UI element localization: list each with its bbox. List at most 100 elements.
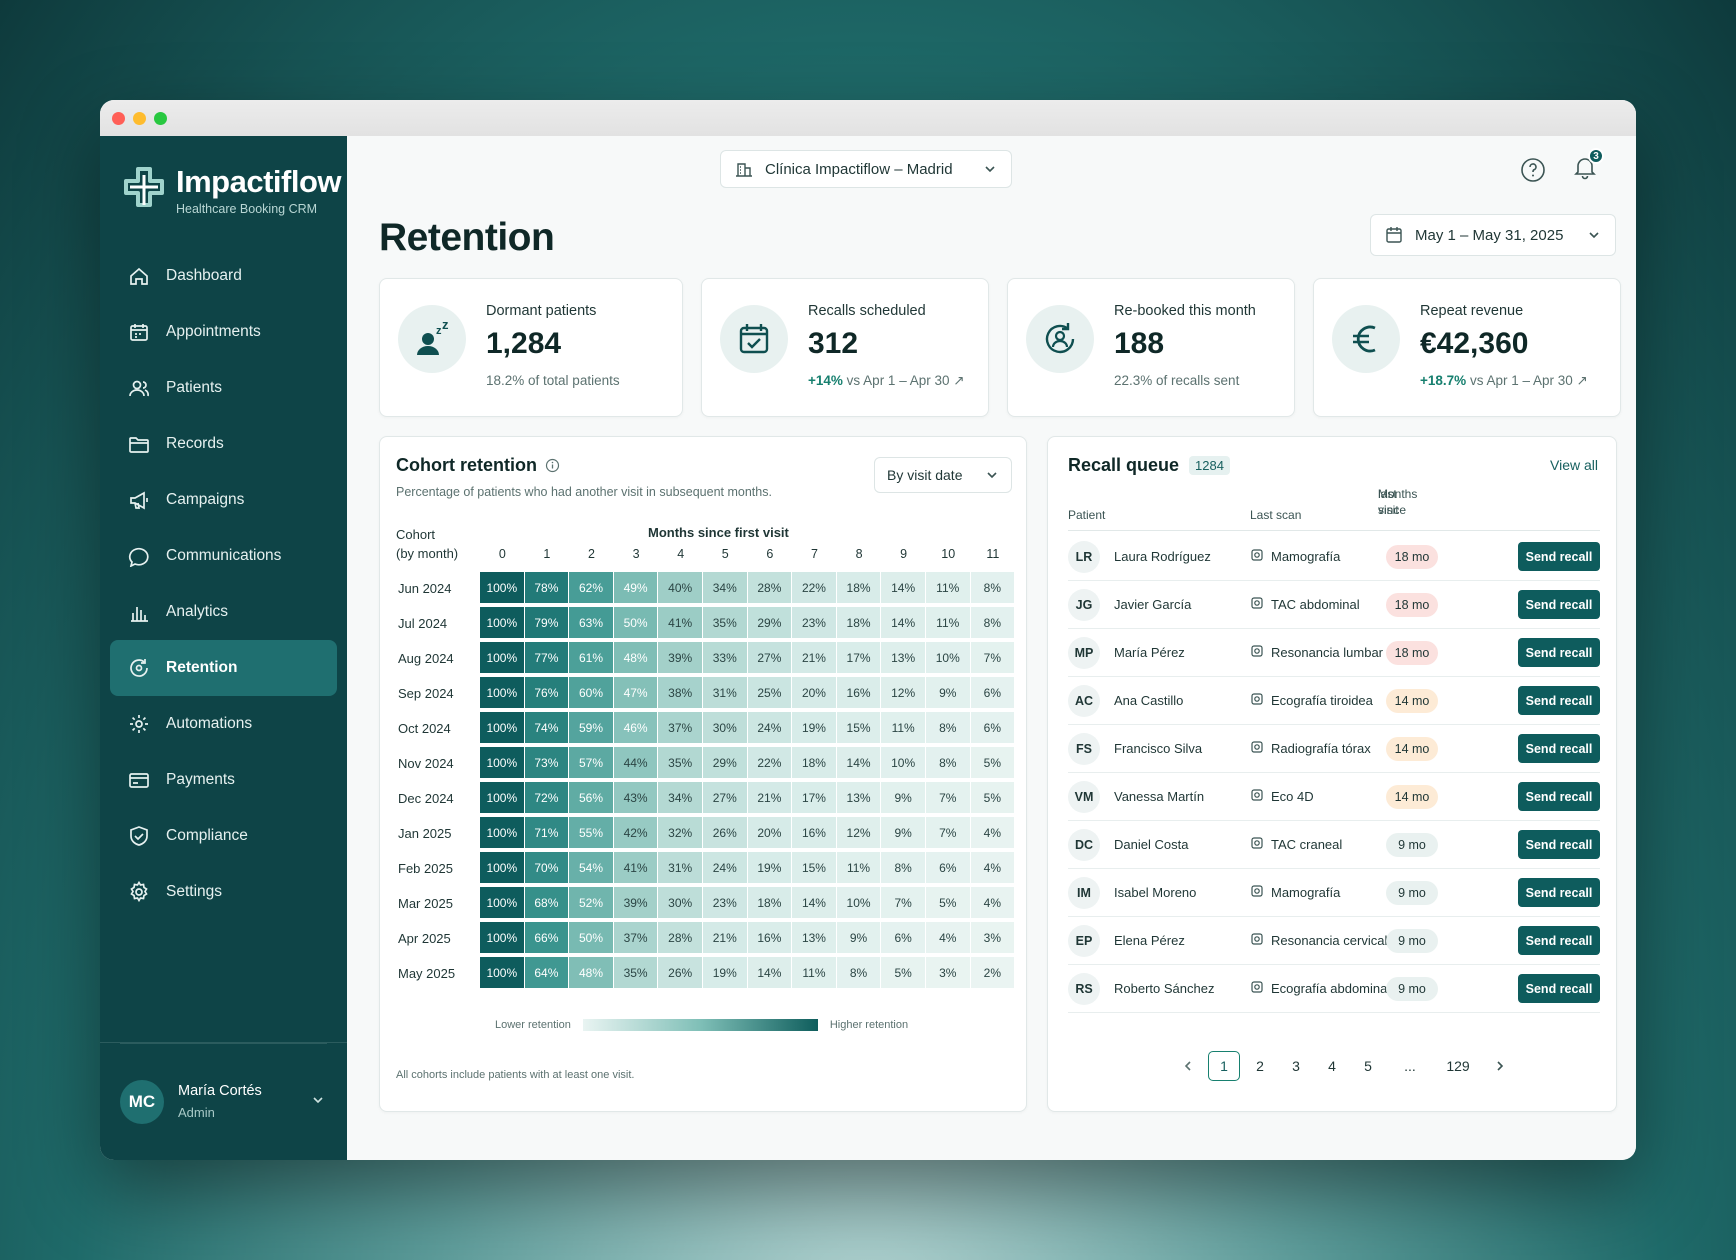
sidebar-item-automations[interactable]: Automations	[110, 696, 337, 752]
page-button[interactable]: 1	[1208, 1051, 1240, 1081]
scan-label: Radiografía tórax	[1271, 741, 1371, 756]
recall-table-body: LR Laura Rodríguez Mamografía 18 mo Send rec…	[1068, 533, 1600, 1013]
heatmap-cell: 41%	[658, 607, 703, 640]
recall-title: Recall queue	[1068, 455, 1180, 475]
view-all-link[interactable]: View all	[1550, 457, 1598, 473]
send-recall-button[interactable]: Send recall	[1518, 830, 1600, 859]
main-content: Clínica Impactiflow – Madrid 3 Retention…	[347, 136, 1636, 1160]
scan-label: Eco 4D	[1271, 789, 1314, 804]
calendar-icon	[1386, 227, 1402, 243]
minimize-window-button[interactable]	[133, 111, 146, 125]
sidebar-item-payments[interactable]: Payments	[110, 752, 337, 808]
heatmap-column-header: 0	[498, 547, 506, 561]
heatmap-cell: 100%	[480, 572, 525, 605]
sidebar-item-label: Records	[166, 435, 224, 452]
sidebar-item-dashboard[interactable]: Dashboard	[110, 248, 337, 304]
date-range-label: May 1 – May 31, 2025	[1415, 226, 1564, 244]
send-recall-button[interactable]: Send recall	[1518, 974, 1600, 1003]
sidebar-item-settings[interactable]: Settings	[110, 864, 337, 920]
last-scan: Eco 4D	[1250, 788, 1314, 805]
sidebar-item-retention[interactable]: Retention	[110, 640, 337, 696]
prev-page-button[interactable]	[1172, 1051, 1204, 1081]
heatmap-cell: 8%	[925, 747, 971, 780]
heatmap-cell: 100%	[480, 887, 525, 920]
scan-icon	[1250, 596, 1264, 613]
table-row: VM Vanessa Martín Eco 4D 14 mo Send recall	[1068, 773, 1600, 821]
last-scan: TAC abdominal	[1250, 596, 1360, 613]
heatmap-cell: 31%	[702, 677, 748, 710]
heatmap-cell: 10%	[836, 887, 882, 920]
heatmap-cell: 100%	[480, 642, 525, 675]
cohort-subtitle: Percentage of patients who had another v…	[396, 485, 772, 499]
info-icon[interactable]	[545, 458, 560, 473]
heatmap-row-label: Sep 2024	[398, 686, 454, 701]
page-button[interactable]: 4	[1316, 1051, 1348, 1081]
send-recall-button[interactable]: Send recall	[1518, 542, 1600, 571]
heatmap-row-label: Mar 2025	[398, 896, 453, 911]
last-scan: Resonancia lumbar	[1250, 644, 1383, 661]
sidebar-item-campaigns[interactable]: Campaigns	[110, 472, 337, 528]
scan-label: Resonancia cervical	[1271, 933, 1388, 948]
next-page-button[interactable]	[1484, 1051, 1516, 1081]
heatmap-cell: 41%	[613, 852, 659, 885]
send-recall-button[interactable]: Send recall	[1518, 686, 1600, 715]
heatmap-cell: 6%	[970, 712, 1016, 745]
sidebar-item-label: Automations	[166, 715, 253, 732]
table-row: EP Elena Pérez Resonancia cervical 9 mo Send…	[1068, 917, 1600, 965]
page-button[interactable]: 3	[1280, 1051, 1312, 1081]
sidebar-item-appointments[interactable]: Appointments	[110, 304, 337, 360]
heatmap-cell: 26%	[702, 817, 748, 850]
scan-label: Ecografía tiroidea	[1271, 693, 1373, 708]
months-badge: 18 mo	[1386, 592, 1438, 617]
maximize-window-button[interactable]	[154, 111, 167, 125]
panel-title: Cohort retention	[396, 455, 560, 476]
heatmap-cell: 30%	[658, 887, 703, 920]
date-range-picker[interactable]: May 1 – May 31, 2025	[1370, 214, 1616, 256]
heatmap-cell: 4%	[925, 922, 971, 955]
heatmap-cell: 25%	[747, 677, 793, 710]
user-menu[interactable]: MC María Cortés Admin	[100, 1042, 347, 1160]
months-badge: 9 mo	[1386, 928, 1438, 953]
close-window-button[interactable]	[112, 111, 125, 125]
cohort-grouping-select[interactable]: By visit date	[874, 457, 1012, 493]
sidebar-item-records[interactable]: Records	[110, 416, 337, 472]
chevron-down-icon	[313, 1097, 323, 1104]
page-button[interactable]: 129	[1436, 1051, 1480, 1081]
sidebar-item-communications[interactable]: Communications	[110, 528, 337, 584]
heatmap-column-header: 8	[855, 547, 863, 561]
heatmap-cell: 43%	[613, 782, 659, 815]
table-row: LR Laura Rodríguez Mamografía 18 mo Send rec…	[1068, 533, 1600, 581]
send-recall-button[interactable]: Send recall	[1518, 782, 1600, 811]
patient-name: María Pérez	[1114, 645, 1185, 660]
heatmap-cell: 47%	[613, 677, 659, 710]
heatmap-cell: 35%	[702, 607, 748, 640]
heatmap-row: Apr 2025 100% 66% 50% 37% 28% 21% 16% 13% 9% 6% 4% 3…	[396, 921, 1016, 956]
table-row: FS Francisco Silva Radiografía tórax 14 mo S…	[1068, 725, 1600, 773]
top-actions: 3	[1520, 148, 1604, 185]
sidebar-item-label: Campaigns	[166, 491, 245, 508]
sidebar-item-compliance[interactable]: Compliance	[110, 808, 337, 864]
heatmap-cell: 55%	[569, 817, 614, 850]
heatmap-cell: 50%	[569, 922, 614, 955]
avatar: VM	[1068, 780, 1100, 813]
megaphone-icon	[130, 491, 148, 510]
table-row: MP María Pérez Resonancia lumbar 18 mo Send …	[1068, 629, 1600, 677]
heatmap-cell: 14%	[881, 572, 926, 605]
send-recall-button[interactable]: Send recall	[1518, 878, 1600, 907]
clinic-selector[interactable]: Clínica Impactiflow – Madrid	[720, 150, 1012, 188]
page-button[interactable]: 5	[1352, 1051, 1384, 1081]
send-recall-button[interactable]: Send recall	[1518, 926, 1600, 955]
sidebar-item-patients[interactable]: Patients	[110, 360, 337, 416]
send-recall-button[interactable]: Send recall	[1518, 734, 1600, 763]
page-button[interactable]: 2	[1244, 1051, 1276, 1081]
notifications-button[interactable]: 3	[1572, 148, 1604, 185]
sidebar-item-analytics[interactable]: Analytics	[110, 584, 337, 640]
heatmap-cell: 34%	[658, 782, 703, 815]
heatmap-row: Jan 2025 100% 71% 55% 42% 32% 26% 20% 16% 12% 9% 7%…	[396, 816, 1016, 851]
help-icon[interactable]	[1520, 157, 1546, 183]
send-recall-button[interactable]: Send recall	[1518, 590, 1600, 619]
avatar: LR	[1068, 540, 1100, 573]
heatmap-row: Dec 2024 100% 72% 56% 43% 34% 27% 21% 17% 13% 9% 7%…	[396, 781, 1016, 816]
send-recall-button[interactable]: Send recall	[1518, 638, 1600, 667]
user-name: María Cortés	[178, 1083, 262, 1099]
